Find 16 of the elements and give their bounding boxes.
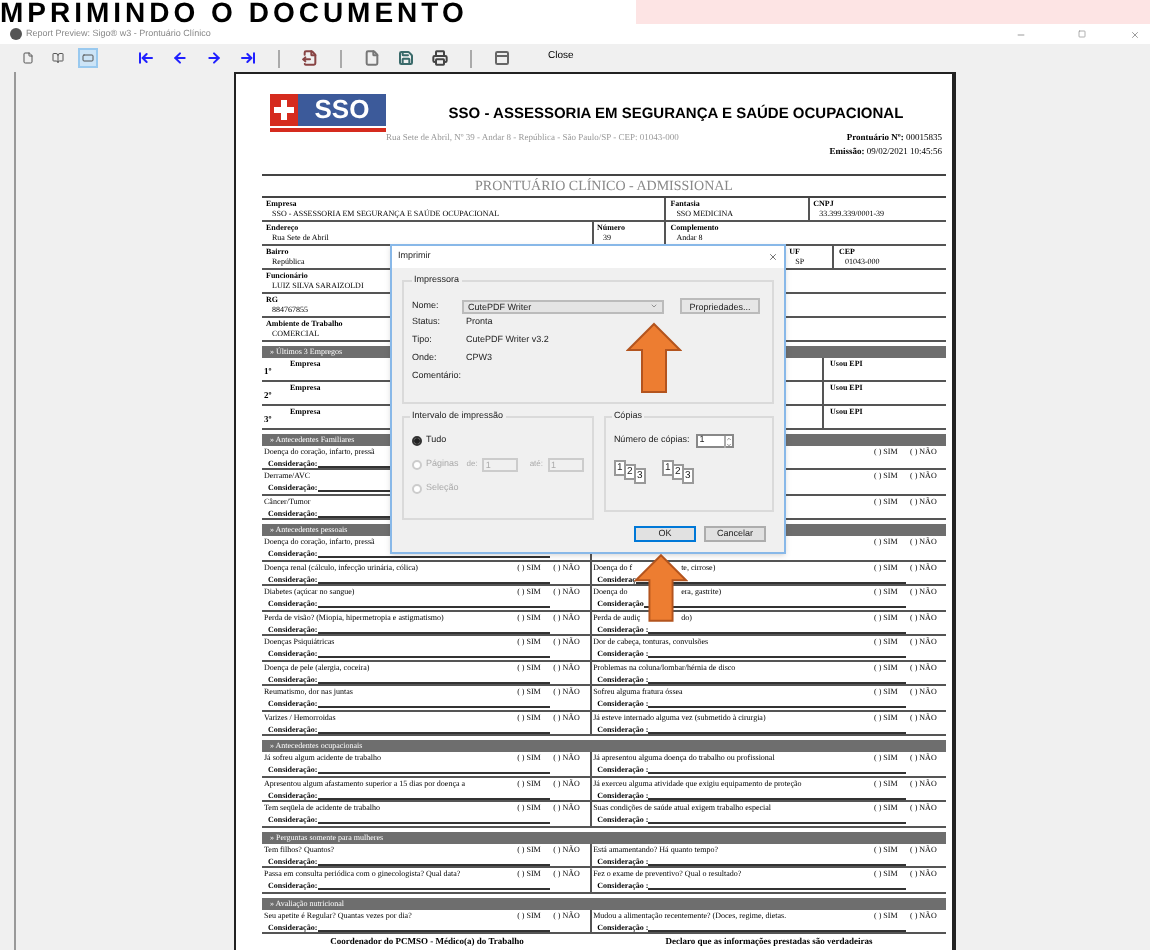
app-icon xyxy=(10,28,22,40)
previous-page-icon[interactable] xyxy=(172,50,188,66)
next-page-icon[interactable] xyxy=(206,50,222,66)
first-page-icon[interactable] xyxy=(138,50,154,66)
save-icon[interactable] xyxy=(398,50,414,66)
arrow-annotation xyxy=(626,318,682,398)
print-icon[interactable] xyxy=(432,50,448,66)
cross-icon xyxy=(274,100,294,120)
last-page-icon[interactable] xyxy=(240,50,256,66)
panel-icon[interactable] xyxy=(494,50,510,66)
page-icon[interactable] xyxy=(364,50,380,66)
logo-text: SSO xyxy=(312,94,372,126)
view-mode-button[interactable] xyxy=(18,48,38,68)
view-mode-button[interactable] xyxy=(48,48,68,68)
export-icon[interactable] xyxy=(302,50,318,66)
banner-heading: MPRIMINDO O DOCUMENTO xyxy=(0,0,468,24)
